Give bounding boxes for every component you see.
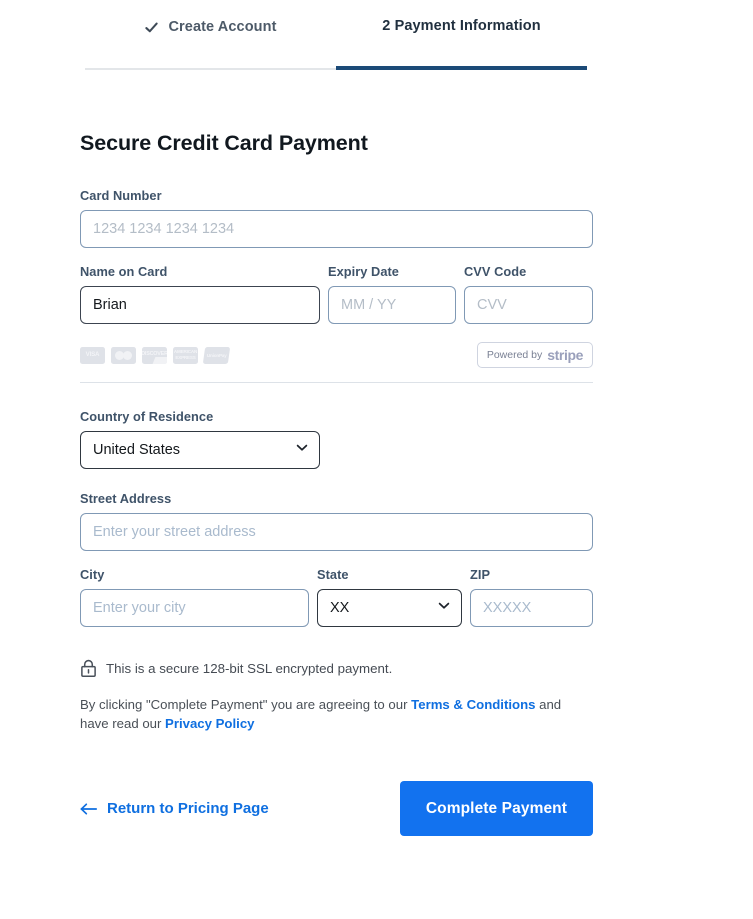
field-name-on-card: Name on Card (80, 264, 320, 324)
complete-payment-button[interactable]: Complete Payment (399, 781, 593, 837)
terms-part-1: By clicking "Complete Payment" you are a… (80, 697, 412, 712)
mastercard-card-icon (111, 346, 136, 364)
return-to-pricing-link[interactable]: Return to Pricing Page (80, 800, 269, 817)
return-to-pricing-label: Return to Pricing Page (107, 800, 269, 818)
amex-card-icon: AMERICAN EXPRESS (173, 346, 198, 364)
form-actions: Return to Pricing Page Complete Payment (80, 781, 593, 837)
name-on-card-input[interactable] (80, 286, 320, 324)
city-label: City (80, 567, 105, 582)
arrow-left-icon (80, 802, 98, 816)
address-row: City State XX ZIP (80, 567, 593, 627)
lock-icon (80, 659, 97, 678)
privacy-policy-link[interactable]: Privacy Policy (165, 716, 254, 731)
discover-card-label: DISCOVER (142, 351, 167, 358)
page-title: Secure Credit Card Payment (80, 131, 368, 155)
field-zip: ZIP (470, 567, 593, 627)
stripe-badge: Powered by stripe (476, 342, 593, 368)
stripe-wordmark: stripe (547, 347, 583, 363)
field-street-address: Street Address (80, 491, 593, 551)
state-label: State (317, 567, 349, 582)
check-icon (144, 20, 159, 35)
country-label: Country of Residence (80, 409, 214, 424)
step-payment-information-label: 2 Payment Information (382, 18, 541, 34)
unionpay-card-label: UnionPay (206, 352, 227, 358)
step-payment-information[interactable]: 2 Payment Information (336, 0, 587, 70)
payment-form: Secure Credit Card Payment Card Number N… (80, 131, 593, 837)
amex-card-label: AMERICAN EXPRESS (173, 348, 198, 360)
payment-brands-row: VISA DISCOVER AMERICAN EXPRESS UnionPay … (80, 342, 593, 368)
field-cvv-code: CVV Code (464, 264, 593, 324)
city-input[interactable] (80, 589, 309, 627)
country-select[interactable]: United States (80, 431, 320, 469)
discover-card-icon: DISCOVER (142, 346, 167, 364)
visa-card-icon: VISA (80, 346, 105, 364)
step-create-account-label: Create Account (168, 19, 277, 35)
card-details-row: Name on Card Expiry Date CVV Code (80, 264, 593, 324)
street-address-label: Street Address (80, 491, 172, 506)
field-country: Country of Residence United States (80, 409, 320, 469)
name-on-card-label: Name on Card (80, 264, 168, 279)
zip-label: ZIP (470, 567, 491, 582)
unionpay-card-icon: UnionPay (202, 346, 231, 364)
field-state: State XX (317, 567, 462, 627)
cvv-code-label: CVV Code (464, 264, 527, 279)
expiry-date-input[interactable] (328, 286, 456, 324)
card-number-input[interactable] (80, 210, 593, 248)
stripe-powered-by-text: Powered by (486, 349, 543, 361)
step-create-account[interactable]: Create Account (85, 0, 336, 70)
expiry-date-label: Expiry Date (328, 264, 399, 279)
secure-notice: This is a secure 128-bit SSL encrypted p… (80, 659, 593, 678)
accepted-card-brands: VISA DISCOVER AMERICAN EXPRESS UnionPay (80, 346, 231, 364)
secure-notice-text: This is a secure 128-bit SSL encrypted p… (106, 661, 393, 676)
street-address-input[interactable] (80, 513, 593, 551)
terms-conditions-link[interactable]: Terms & Conditions (411, 697, 535, 712)
field-card-number: Card Number (80, 188, 593, 248)
state-select[interactable]: XX (317, 589, 462, 627)
zip-input[interactable] (470, 589, 593, 627)
field-city: City (80, 567, 309, 627)
card-number-label: Card Number (80, 188, 162, 203)
payment-page: Create Account 2 Payment Information Sec… (0, 0, 753, 919)
terms-text: By clicking "Complete Payment" you are a… (80, 696, 592, 733)
checkout-stepper: Create Account 2 Payment Information (85, 0, 587, 70)
visa-card-label: VISA (85, 350, 100, 358)
cvv-code-input[interactable] (464, 286, 593, 324)
section-divider (80, 382, 593, 383)
field-expiry-date: Expiry Date (328, 264, 456, 324)
